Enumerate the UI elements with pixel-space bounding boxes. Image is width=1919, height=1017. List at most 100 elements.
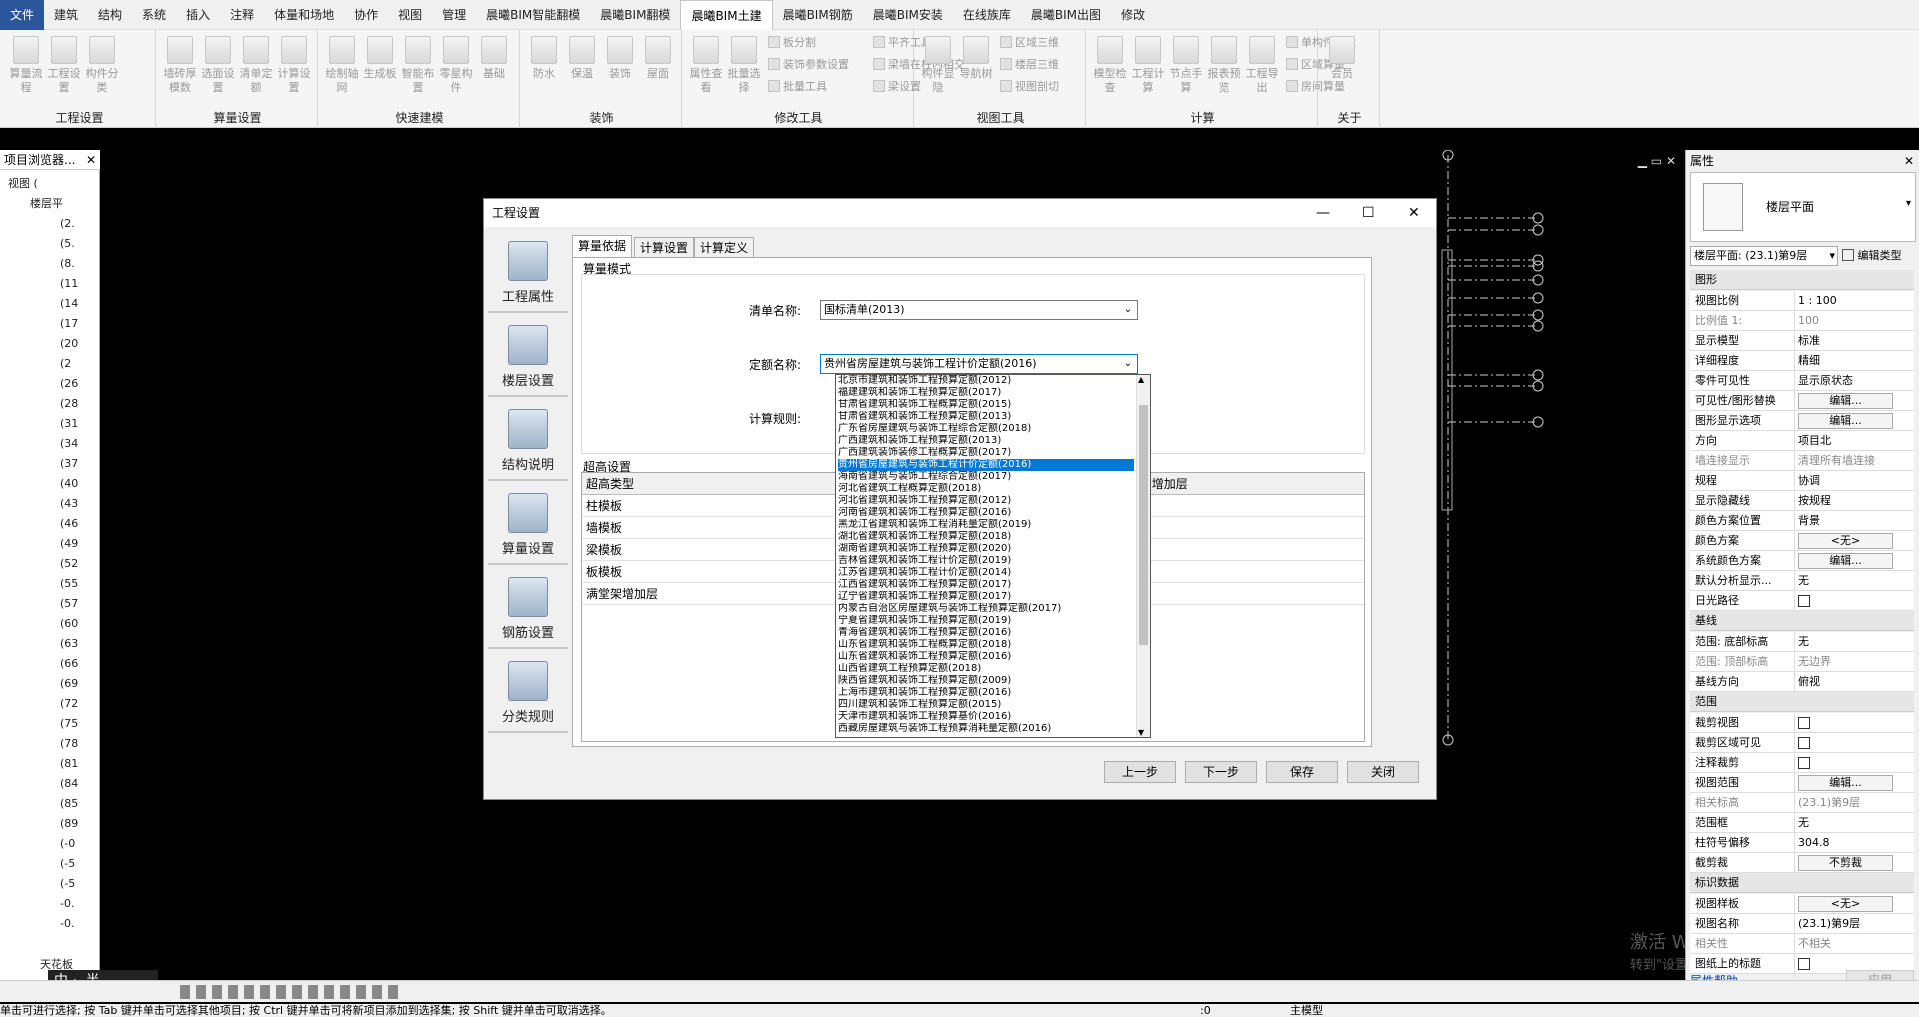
dropdown-item[interactable]: 广西建筑装饰装修工程概算定额(2017): [838, 447, 1134, 459]
property-section[interactable]: 基线: [1690, 611, 1914, 631]
ribbon-button[interactable]: 工程设置: [46, 36, 82, 95]
property-value[interactable]: (23.1)第9层: [1794, 914, 1912, 934]
property-value[interactable]: 编辑...: [1794, 551, 1912, 571]
scroll-down-icon[interactable]: ▼: [1138, 728, 1144, 737]
checkbox[interactable]: [1798, 757, 1810, 769]
property-value[interactable]: 无: [1794, 813, 1912, 833]
edit-type-button[interactable]: 编辑类型: [1842, 246, 1916, 266]
checkbox[interactable]: [1798, 737, 1810, 749]
dialog-nav-item[interactable]: 算量设置: [488, 483, 568, 565]
tab-calc-basis[interactable]: 算量依据: [572, 235, 633, 257]
menu-item[interactable]: 建筑: [44, 0, 88, 30]
dialog-nav-item[interactable]: 钢筋设置: [488, 567, 568, 649]
menu-item[interactable]: 体量和场地: [264, 0, 344, 30]
dropdown-item[interactable]: 广西建筑和装饰工程预算定额(2013): [838, 435, 1134, 447]
dropdown-item[interactable]: 宁夏省建筑和装饰工程预算定额(2019): [838, 615, 1134, 627]
property-value[interactable]: 不相关: [1794, 934, 1912, 954]
dialog-nav-item[interactable]: 结构说明: [488, 399, 568, 481]
tree-item[interactable]: (8.: [60, 254, 75, 274]
dialog-nav-item[interactable]: 工程属性: [488, 231, 568, 313]
menu-item[interactable]: 晨曦BIM出图: [1021, 0, 1111, 30]
dialog-nav-item[interactable]: 分类规则: [488, 651, 568, 733]
tree-item[interactable]: -0.: [60, 914, 74, 934]
tree-item[interactable]: (46: [60, 514, 78, 534]
menu-item[interactable]: 晨曦BIM安装: [863, 0, 953, 30]
ribbon-button[interactable]: 报表预览: [1206, 36, 1242, 95]
dropdown-item[interactable]: 内蒙古自治区房屋建筑与装饰工程预算定额(2017): [838, 603, 1134, 615]
ribbon-button[interactable]: 装饰: [602, 36, 638, 81]
ribbon-button[interactable]: 模型检查: [1092, 36, 1128, 95]
property-value[interactable]: 项目北: [1794, 431, 1912, 451]
ribbon-button[interactable]: 工程计算: [1130, 36, 1166, 95]
property-section[interactable]: 图形: [1690, 270, 1914, 290]
dropdown-item[interactable]: 湖北省建筑和装饰工程预算定额(2018): [838, 531, 1134, 543]
ribbon-button[interactable]: 基础: [476, 36, 512, 81]
dropdown-item[interactable]: 西藏房屋建筑与装饰工程预算消耗量定额(2016): [838, 723, 1134, 735]
property-edit-button[interactable]: 编辑...: [1798, 413, 1893, 429]
ribbon-button[interactable]: 屋面: [640, 36, 676, 81]
minimize-icon[interactable]: —: [1316, 199, 1330, 227]
tab-calc-definition[interactable]: 计算定义: [694, 237, 755, 257]
next-button[interactable]: 下一步: [1185, 761, 1257, 783]
type-selector[interactable]: 楼层平面 ▾: [1690, 172, 1916, 242]
property-value[interactable]: 精细: [1794, 351, 1912, 371]
menu-item[interactable]: 晨曦BIM翻模: [590, 0, 680, 30]
tree-item[interactable]: (28: [60, 394, 78, 414]
ribbon-button[interactable]: 生成板: [362, 36, 398, 81]
dropdown-item[interactable]: 山东省建筑和装饰工程概算定额(2018): [838, 639, 1134, 651]
tree-item[interactable]: (31: [60, 414, 78, 434]
property-value[interactable]: 按规程: [1794, 491, 1912, 511]
close-button[interactable]: 关闭: [1347, 761, 1419, 783]
dropdown-item[interactable]: 黑龙江省建筑和装饰工程消耗量定额(2019): [838, 519, 1134, 531]
ribbon-button[interactable]: 墙砖厚模数: [162, 36, 198, 95]
ribbon-button[interactable]: 构件分类: [84, 36, 120, 95]
property-section[interactable]: 范围: [1690, 692, 1914, 712]
menu-item[interactable]: 注释: [220, 0, 264, 30]
tree-item[interactable]: (81: [60, 754, 78, 774]
property-edit-button[interactable]: 编辑...: [1798, 775, 1893, 791]
tree-item[interactable]: (43: [60, 494, 78, 514]
property-value[interactable]: <无>: [1794, 894, 1912, 914]
tree-item[interactable]: (20: [60, 334, 78, 354]
property-value[interactable]: 显示原状态: [1794, 371, 1912, 391]
list-name-select[interactable]: 国标清单(2013) ⌄: [820, 300, 1138, 320]
property-value[interactable]: 100: [1794, 311, 1912, 331]
ribbon-button[interactable]: 清单定额: [238, 36, 274, 95]
tree-item[interactable]: (17: [60, 314, 78, 334]
property-value[interactable]: 1 : 100: [1794, 291, 1912, 311]
property-value[interactable]: 背景: [1794, 511, 1912, 531]
property-value[interactable]: 协调: [1794, 471, 1912, 491]
property-value[interactable]: 清理所有墙连接: [1794, 451, 1912, 471]
tree-item[interactable]: (57: [60, 594, 78, 614]
ribbon-small-button[interactable]: 板分割: [768, 34, 816, 52]
property-value[interactable]: 编辑...: [1794, 773, 1912, 793]
property-section[interactable]: 标识数据: [1690, 873, 1914, 893]
ribbon-button[interactable]: 节点手算: [1168, 36, 1204, 95]
property-value[interactable]: 标准: [1794, 331, 1912, 351]
menu-item[interactable]: 系统: [132, 0, 176, 30]
checkbox[interactable]: [1798, 717, 1810, 729]
dropdown-item[interactable]: 河北省建筑工程概算定额(2018): [838, 483, 1134, 495]
ribbon-small-button[interactable]: 区域三维: [1000, 34, 1059, 52]
close-icon[interactable]: ✕: [1408, 199, 1420, 227]
property-edit-button[interactable]: 编辑...: [1798, 393, 1893, 409]
tree-item[interactable]: (5.: [60, 234, 75, 254]
ribbon-button[interactable]: 属性查看: [688, 36, 724, 95]
dropdown-item[interactable]: 甘肃省建筑和装饰工程预算定额(2013): [838, 411, 1134, 423]
dropdown-item[interactable]: 河北省建筑和装饰工程预算定额(2012): [838, 495, 1134, 507]
property-value[interactable]: 编辑...: [1794, 411, 1912, 431]
ribbon-button[interactable]: 批量选择: [726, 36, 762, 95]
tree-item[interactable]: (52: [60, 554, 78, 574]
property-value[interactable]: <无>: [1794, 531, 1912, 551]
tree-item[interactable]: (55: [60, 574, 78, 594]
maximize-icon[interactable]: ☐: [1362, 199, 1375, 227]
dropdown-item[interactable]: 天津市建筑和装饰工程预算基价(2016): [838, 711, 1134, 723]
tree-item[interactable]: (-5: [60, 854, 75, 874]
dropdown-item[interactable]: 福建建筑和装饰工程预算定额(2017): [838, 387, 1134, 399]
menu-item[interactable]: 修改: [1111, 0, 1155, 30]
ribbon-button[interactable]: 绘制轴网: [324, 36, 360, 95]
dropdown-item[interactable]: 甘肃省建筑和装饰工程概算定额(2015): [838, 399, 1134, 411]
ribbon-small-button[interactable]: 楼层三维: [1000, 56, 1059, 74]
dropdown-item[interactable]: 广东省房屋建筑与装饰工程综合定额(2018): [838, 423, 1134, 435]
ribbon-button[interactable]: 计算设置: [276, 36, 312, 95]
